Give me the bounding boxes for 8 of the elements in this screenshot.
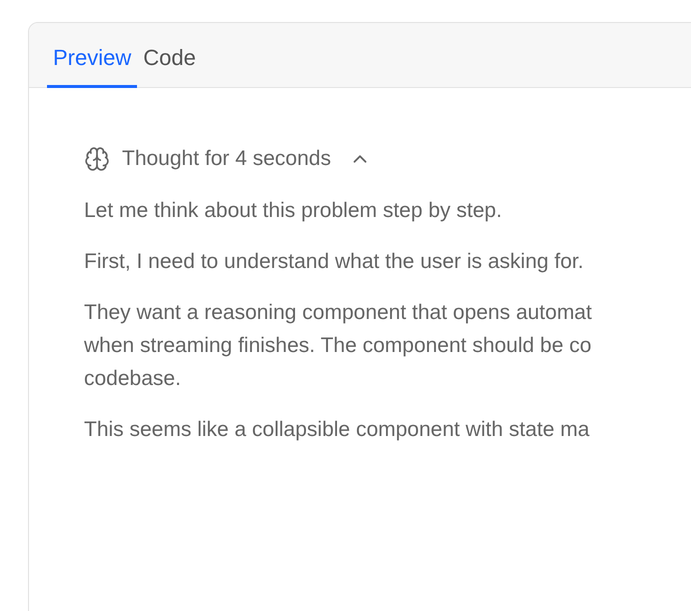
tab[interactable]: Code [137, 45, 202, 88]
tab[interactable]: Preview [47, 45, 138, 88]
reasoning-paragraph: Let me think about this problem step by step. [84, 198, 503, 224]
reasoning-toggle[interactable]: Thought for 4 seconds [84, 146, 371, 172]
reasoning-paragraph: This seems like a collapsible component with state ma [84, 417, 590, 443]
reasoning-paragraph: First, I need to understand what the user is asking for. [84, 249, 585, 275]
reasoning-paragraph: They want a reasoning component that opens automat when streaming finishes. The component should be co codebase. [84, 300, 593, 392]
brain-icon [84, 146, 110, 172]
